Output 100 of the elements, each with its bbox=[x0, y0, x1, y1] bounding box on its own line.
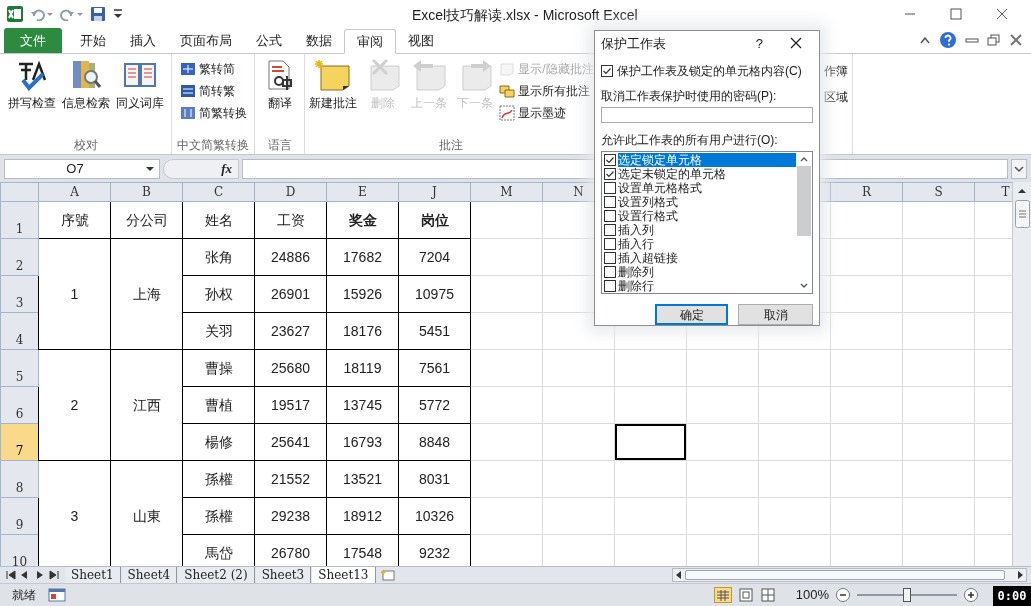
column-header[interactable]: R bbox=[830, 182, 903, 202]
ribbon-tab[interactable]: 插入 bbox=[118, 28, 168, 53]
dialog-button[interactable]: 取消 bbox=[738, 304, 813, 325]
row-header[interactable]: 3 bbox=[0, 275, 39, 313]
ribbon-tab[interactable]: 页面布局 bbox=[168, 28, 244, 53]
horizontal-scrollbar[interactable] bbox=[672, 568, 1027, 582]
name-box[interactable]: O7 bbox=[4, 158, 160, 179]
sheet-tab[interactable]: Sheet3 bbox=[255, 567, 312, 583]
checkbox[interactable] bbox=[604, 224, 616, 236]
checkbox[interactable] bbox=[604, 252, 616, 264]
character-icon bbox=[179, 61, 196, 77]
row-header[interactable]: 9 bbox=[0, 497, 39, 535]
list-item[interactable]: 选定未锁定的单元格 bbox=[618, 167, 728, 181]
undo-icon[interactable] bbox=[30, 7, 54, 21]
ribbon-button[interactable]: 同义词库 bbox=[113, 58, 166, 110]
redo-icon[interactable] bbox=[60, 7, 84, 21]
checkbox[interactable] bbox=[604, 266, 616, 278]
password-field[interactable] bbox=[601, 106, 813, 123]
sheet-tab[interactable]: Sheet4 bbox=[121, 567, 178, 583]
vertical-scrollbar[interactable] bbox=[1012, 182, 1031, 566]
list-item[interactable]: 设置行格式 bbox=[618, 209, 680, 223]
expand-formula-icon[interactable] bbox=[1011, 158, 1027, 179]
collapse-ribbon-icon[interactable] bbox=[919, 35, 931, 45]
column-header[interactable]: C bbox=[182, 182, 255, 202]
ribbon-button[interactable]: 繁转简 bbox=[179, 60, 247, 78]
column-header[interactable]: D bbox=[254, 182, 327, 202]
help-button[interactable]: ? bbox=[755, 33, 763, 54]
scroll-thumb-icon[interactable] bbox=[1014, 200, 1030, 228]
checkbox[interactable] bbox=[601, 64, 613, 77]
checkbox[interactable] bbox=[604, 168, 616, 180]
row-header[interactable]: 5 bbox=[0, 349, 39, 387]
ribbon-tab[interactable]: 开始 bbox=[68, 28, 118, 53]
row-header[interactable]: 2 bbox=[0, 238, 39, 276]
ribbon-button[interactable]: 新建批注 bbox=[307, 58, 360, 110]
ribbon-button[interactable]: 简转繁 bbox=[179, 82, 247, 100]
function-button[interactable]: fx bbox=[221, 158, 232, 179]
column-header[interactable]: S bbox=[902, 182, 975, 202]
ribbon-button[interactable]: 拼写检查 bbox=[5, 58, 58, 110]
list-item[interactable]: 设置列格式 bbox=[618, 195, 680, 209]
zoom-slider[interactable] bbox=[857, 588, 957, 602]
table-cell: 13521 bbox=[326, 460, 399, 498]
options-list[interactable]: 选定锁定单元格 选定未锁定的单元格 设置单元格格式 设置列格式 设置行格式 插入列 插入行 插入超链接 删除列 删除行 bbox=[601, 151, 813, 294]
list-item[interactable]: 删除行 bbox=[618, 279, 656, 293]
list-item[interactable]: 插入超链接 bbox=[618, 251, 680, 265]
ribbon-button[interactable]: 简繁转换 bbox=[179, 104, 247, 122]
ribbon-button[interactable]: 显示所有批注 bbox=[499, 82, 594, 100]
checkbox[interactable] bbox=[604, 210, 616, 222]
zoom-in-icon[interactable] bbox=[963, 587, 979, 603]
column-header[interactable]: M bbox=[470, 182, 543, 202]
checkbox[interactable] bbox=[604, 154, 616, 166]
dropdown-icon[interactable] bbox=[145, 164, 155, 173]
list-item[interactable]: 插入行 bbox=[618, 237, 656, 251]
list-item[interactable]: 插入列 bbox=[618, 223, 656, 237]
help-icon[interactable] bbox=[939, 31, 957, 49]
customize-menu-icon[interactable] bbox=[112, 7, 124, 21]
checkbox[interactable] bbox=[604, 196, 616, 208]
page-layout-icon[interactable] bbox=[737, 587, 754, 603]
ribbon-tab[interactable]: 公式 bbox=[244, 28, 294, 53]
checkbox[interactable] bbox=[604, 280, 616, 292]
macro-record-icon[interactable] bbox=[48, 588, 66, 602]
minimize-icon[interactable] bbox=[965, 35, 979, 45]
scroll-thumb[interactable] bbox=[797, 166, 811, 236]
column-header[interactable]: B bbox=[110, 182, 183, 202]
restore-icon[interactable] bbox=[987, 34, 1001, 46]
checkbox[interactable] bbox=[604, 182, 616, 194]
ribbon-button[interactable]: 翻译 bbox=[260, 58, 299, 110]
page-break-icon[interactable] bbox=[759, 587, 776, 603]
ribbon-tab[interactable]: 审阅 bbox=[344, 29, 396, 54]
list-item[interactable]: 选定锁定单元格 bbox=[618, 153, 796, 167]
column-header[interactable]: E bbox=[326, 182, 399, 202]
normal-view-icon[interactable] bbox=[713, 587, 732, 603]
save-icon[interactable] bbox=[90, 6, 106, 22]
sheet-tab[interactable]: Sheet2 (2) bbox=[178, 567, 255, 583]
file-tab[interactable]: 文件 bbox=[4, 28, 62, 53]
active-cell[interactable] bbox=[614, 423, 687, 461]
sheet-tab[interactable]: Sheet13 bbox=[312, 566, 376, 584]
checkbox-label[interactable]: 保护工作表及锁定的单元格内容(C) bbox=[617, 61, 802, 80]
close-icon[interactable] bbox=[789, 36, 803, 51]
sheet-tab[interactable]: Sheet1 bbox=[65, 567, 121, 583]
row-header[interactable]: 1 bbox=[0, 201, 39, 239]
dialog-button[interactable]: 确定 bbox=[655, 304, 728, 325]
column-header[interactable]: J bbox=[398, 182, 471, 202]
ribbon-button[interactable]: 区域 bbox=[824, 88, 848, 106]
row-header[interactable]: 10 bbox=[0, 534, 39, 566]
ribbon-tab[interactable]: 数据 bbox=[294, 28, 344, 53]
row-header[interactable]: 8 bbox=[0, 460, 39, 498]
column-header[interactable]: A bbox=[38, 182, 111, 202]
ribbon-button[interactable]: 作簿 bbox=[824, 62, 848, 80]
list-item[interactable]: 删除列 bbox=[618, 265, 656, 279]
zoom-out-icon[interactable] bbox=[835, 587, 851, 603]
ribbon-button[interactable]: 显示墨迹 bbox=[499, 104, 594, 122]
checkbox[interactable] bbox=[604, 238, 616, 250]
list-item[interactable]: 设置单元格格式 bbox=[618, 181, 704, 195]
ribbon-tab[interactable]: 视图 bbox=[396, 28, 446, 53]
row-header[interactable]: 7 bbox=[0, 423, 39, 461]
table-cell: 曹植 bbox=[182, 386, 255, 424]
row-header[interactable]: 6 bbox=[0, 386, 39, 424]
ribbon-button[interactable]: 信息检索 bbox=[59, 58, 112, 110]
column-header[interactable]: T bbox=[974, 182, 1012, 202]
row-header[interactable]: 4 bbox=[0, 312, 39, 350]
